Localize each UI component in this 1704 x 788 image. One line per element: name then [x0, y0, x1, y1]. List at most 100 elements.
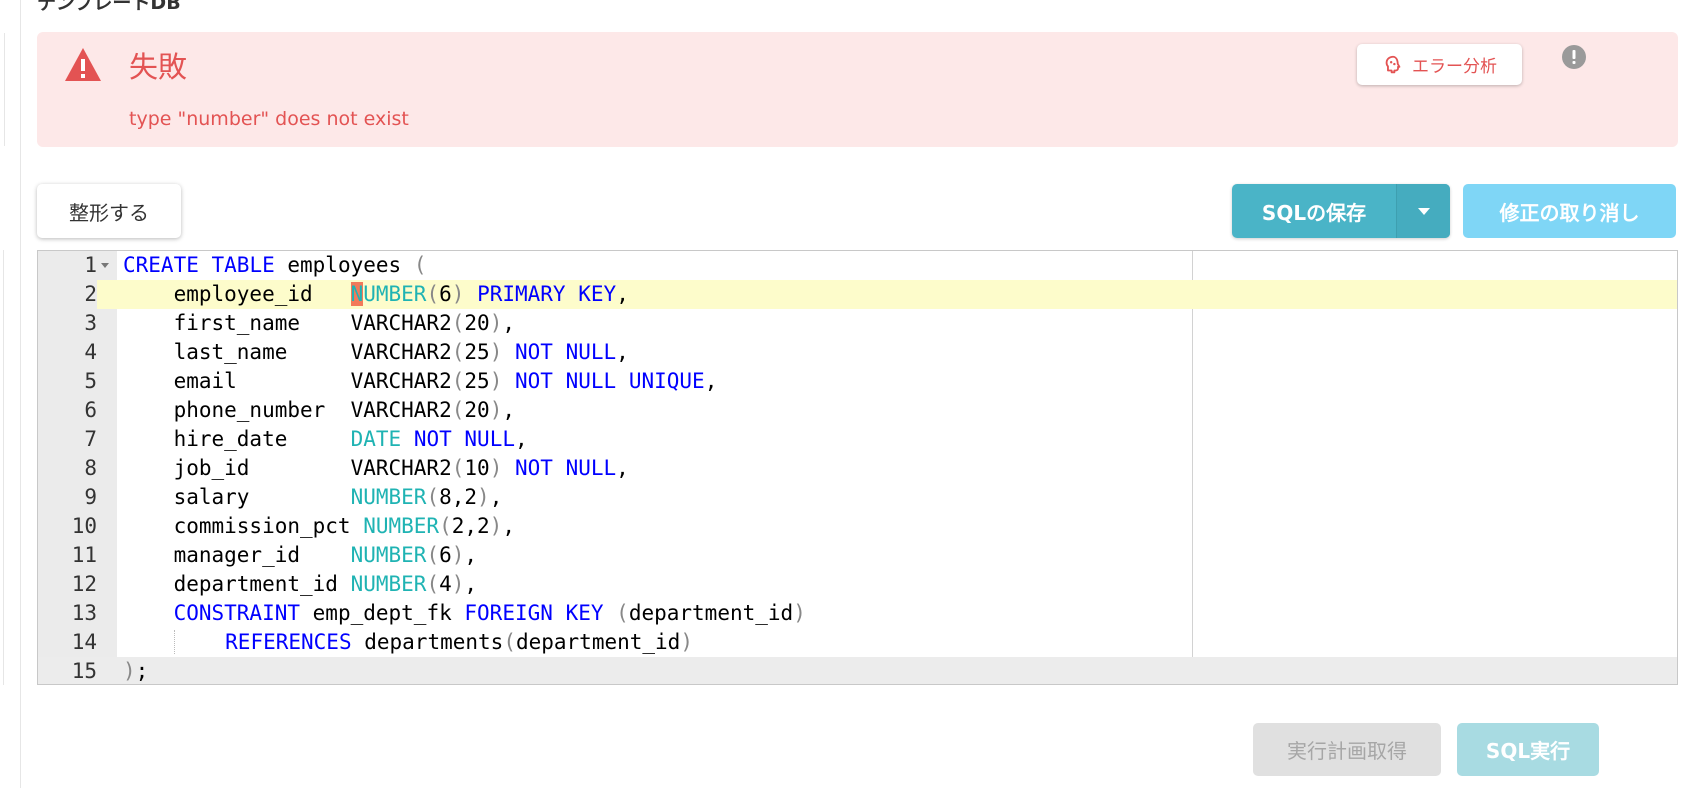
fold-toggle-icon[interactable]	[101, 263, 109, 268]
code-token: NUMBER	[350, 485, 427, 509]
code-line[interactable]: 10 commission_pct NUMBER(2,2),	[38, 512, 1677, 541]
code-token: ,	[502, 514, 515, 538]
code-token: PRIMARY	[477, 282, 566, 306]
save-sql-group: SQLの保存	[1232, 184, 1450, 238]
line-number: 9	[84, 485, 97, 509]
exclamation-circle-icon[interactable]	[1561, 44, 1587, 70]
code-token: NULL	[464, 427, 515, 451]
error-analysis-button[interactable]: エラー分析	[1357, 44, 1522, 85]
code-text: department_id NUMBER(4),	[123, 570, 478, 599]
format-button[interactable]: 整形する	[37, 184, 181, 238]
code-token: ;	[135, 659, 149, 683]
code-line[interactable]: 5 email VARCHAR2(25) NOT NULL UNIQUE,	[38, 367, 1677, 396]
code-token: ,	[489, 485, 503, 509]
sql-editor[interactable]: 1 CREATE TABLE employees (2 employee_id N…	[37, 250, 1678, 685]
code-line[interactable]: 6 phone_number VARCHAR2(20),	[38, 396, 1677, 425]
code-token: )	[489, 311, 503, 335]
code-text: last_name VARCHAR2(25) NOT NULL,	[123, 338, 629, 367]
error-alert: 失敗 type "number" does not exist エラー分析	[37, 32, 1678, 147]
code-token: )	[451, 572, 465, 596]
code-token: last_name VARCHAR2	[123, 340, 452, 364]
code-token: job_id VARCHAR2	[123, 456, 452, 480]
code-line[interactable]: 12 department_id NUMBER(4),	[38, 570, 1677, 599]
code-lines[interactable]: 1 CREATE TABLE employees (2 employee_id N…	[38, 251, 1677, 684]
code-line[interactable]: 11 manager_id NUMBER(6),	[38, 541, 1677, 570]
code-token: ,	[464, 543, 478, 567]
code-token: CREATE	[123, 253, 199, 277]
code-token: CONSTRAINT	[173, 601, 301, 625]
left-rail-divider	[20, 0, 21, 788]
code-token: ,	[616, 282, 629, 306]
code-line[interactable]: 2 employee_id NUMBER(6) PRIMARY KEY,	[38, 280, 1677, 309]
code-token: 25	[464, 340, 490, 364]
code-token: salary	[123, 485, 351, 509]
code-token: NUMBER	[363, 514, 440, 538]
code-token: NOT	[515, 456, 553, 480]
code-line[interactable]: 7 hire_date DATE NOT NULL,	[38, 425, 1677, 454]
code-line[interactable]: 9 salary NUMBER(8,2),	[38, 483, 1677, 512]
code-token: commission_pct	[123, 514, 364, 538]
line-number: 11	[71, 543, 97, 567]
code-token: phone_number VARCHAR2	[123, 398, 452, 422]
code-line[interactable]: 14 REFERENCES departments(department_id)	[38, 628, 1677, 657]
code-token: UNIQUE	[628, 369, 705, 393]
code-line[interactable]: 1 CREATE TABLE employees (	[38, 251, 1677, 280]
alert-message: type "number" does not exist	[129, 108, 409, 130]
code-line[interactable]: 8 job_id VARCHAR2(10) NOT NULL,	[38, 454, 1677, 483]
code-token: )	[489, 398, 503, 422]
code-token: )	[451, 543, 465, 567]
code-token: (	[426, 282, 440, 306]
code-line[interactable]: 13 CONSTRAINT emp_dept_fk FOREIGN KEY (d…	[38, 599, 1677, 628]
line-number: 2	[38, 280, 97, 309]
code-token: NOT	[413, 427, 452, 451]
code-token: )	[489, 514, 503, 538]
save-sql-button[interactable]: SQLの保存	[1232, 184, 1397, 238]
code-token: 4	[439, 572, 452, 596]
code-token: 20	[464, 398, 490, 422]
code-token: hire_date	[123, 427, 351, 451]
code-token: (	[451, 456, 465, 480]
code-line[interactable]: 4 last_name VARCHAR2(25) NOT NULL,	[38, 338, 1677, 367]
code-text: email VARCHAR2(25) NOT NULL UNIQUE,	[123, 367, 718, 396]
code-token: 6	[439, 282, 452, 306]
code-token: email VARCHAR2	[123, 369, 452, 393]
code-text: manager_id NUMBER(6),	[123, 541, 478, 570]
code-token: department_id	[628, 601, 794, 625]
code-line[interactable]: 15);	[38, 657, 1677, 684]
code-token: (	[426, 572, 440, 596]
code-token: (	[413, 253, 427, 277]
save-sql-dropdown-button[interactable]	[1397, 184, 1450, 238]
line-number: 5	[84, 369, 97, 393]
revert-changes-button[interactable]: 修正の取り消し	[1463, 184, 1676, 238]
code-token: ,	[616, 456, 629, 480]
alert-title: 失敗	[129, 50, 188, 84]
run-sql-button[interactable]: SQL実行	[1457, 723, 1599, 776]
code-token: )	[489, 456, 503, 480]
get-execution-plan-button[interactable]: 実行計画取得	[1253, 723, 1441, 776]
line-number: 13	[71, 601, 97, 625]
code-token: 10	[464, 456, 490, 480]
line-number: 10	[71, 514, 97, 538]
code-token: TABLE	[211, 253, 275, 277]
code-token: )	[123, 659, 136, 683]
code-token: NOT	[515, 369, 553, 393]
code-token: employee_id	[123, 282, 351, 306]
code-token: FOREIGN	[464, 601, 553, 625]
code-token: first_name VARCHAR2	[123, 311, 452, 335]
code-token: employees	[274, 253, 414, 277]
code-token: NUMBER	[350, 543, 427, 567]
line-number: 3	[84, 311, 97, 335]
code-text: REFERENCES departments(department_id)	[123, 628, 693, 657]
line-number: 7	[84, 427, 97, 451]
code-line[interactable]: 3 first_name VARCHAR2(20),	[38, 309, 1677, 338]
code-text: job_id VARCHAR2(10) NOT NULL,	[123, 454, 629, 483]
line-number: 4	[84, 340, 97, 364]
